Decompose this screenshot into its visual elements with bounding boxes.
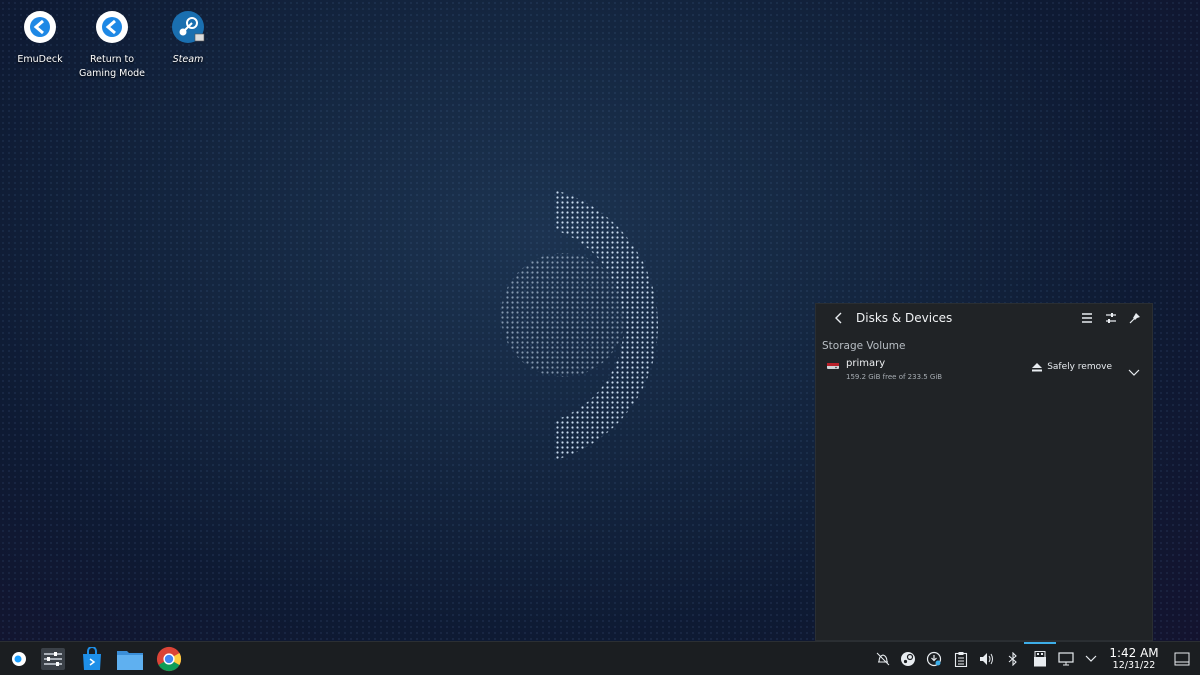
configure-button[interactable]: [1102, 309, 1120, 327]
desktop-icon-label: Steam: [172, 54, 204, 65]
chrome-icon: [156, 646, 182, 672]
chrome-launcher[interactable]: [156, 646, 182, 672]
back-button[interactable]: [830, 309, 848, 327]
digital-clock[interactable]: 1:42 AM 12/31/22: [1104, 646, 1164, 672]
hamburger-icon: [1082, 313, 1092, 323]
show-hidden-icons-button[interactable]: [1082, 650, 1100, 668]
expand-device-button[interactable]: [1128, 362, 1140, 381]
device-details: 159.2 GiB free of 233.5 GiB: [846, 373, 943, 381]
chevron-down-icon: [1128, 369, 1140, 376]
disks-devices-popup: Disks & Devices Storage Volume primary 1…: [815, 303, 1153, 641]
steam-tray[interactable]: [899, 650, 917, 668]
device-row-primary[interactable]: primary 159.2 GiB free of 233.5 GiB Safe…: [826, 358, 1152, 384]
update-tray[interactable]: [925, 650, 943, 668]
show-desktop-icon: [1174, 652, 1190, 666]
popup-title: Disks & Devices: [856, 311, 953, 325]
bluetooth-tray[interactable]: [1004, 650, 1022, 668]
discover-launcher[interactable]: [79, 646, 105, 672]
chevron-down-icon: [1085, 655, 1097, 662]
volume-tray[interactable]: [978, 650, 996, 668]
system-settings-launcher[interactable]: [40, 646, 66, 672]
show-desktop-button[interactable]: [1173, 650, 1191, 668]
dolphin-launcher[interactable]: [117, 646, 143, 672]
disks-devices-tray[interactable]: [1031, 650, 1049, 668]
display-tray[interactable]: [1057, 650, 1075, 668]
emudeck-icon: [24, 11, 56, 43]
sliders-icon: [1106, 313, 1116, 323]
active-tray-indicator: [1024, 642, 1056, 644]
clock-date: 12/31/22: [1112, 660, 1156, 671]
return-gaming-icon: [96, 11, 128, 43]
wallpaper-logo: [501, 190, 658, 460]
eject-icon: [1032, 362, 1043, 371]
bell-muted-icon: [876, 652, 890, 666]
steamdeck-logo-icon: [12, 652, 26, 666]
notifications-tray[interactable]: [874, 650, 892, 668]
steam-icon: [172, 11, 205, 43]
menu-button[interactable]: [1078, 309, 1096, 327]
device-name: primary: [846, 358, 886, 369]
drive-icon: [827, 363, 839, 369]
desktop-icon-steam[interactable]: Steam: [148, 10, 228, 67]
app-launcher-button[interactable]: [6, 646, 32, 672]
steam-icon: [901, 652, 915, 666]
clock-time: 1:42 AM: [1109, 646, 1159, 660]
usb-drive-icon: [1034, 651, 1046, 667]
desktop-icon-label: EmuDeck: [17, 54, 63, 65]
settings-sliders-icon: [41, 648, 65, 670]
monitor-icon: [1058, 652, 1074, 666]
speaker-icon: [980, 653, 993, 665]
shopping-bag-icon: [83, 647, 101, 670]
desktop-icon-emudeck[interactable]: EmuDeck: [0, 10, 80, 67]
pin-icon: [1129, 313, 1140, 324]
bluetooth-icon: [1008, 652, 1017, 666]
taskbar: 1:42 AM 12/31/22: [0, 641, 1200, 675]
section-heading: Storage Volume: [822, 340, 906, 352]
updates-icon: [926, 651, 942, 667]
clipboard-tray[interactable]: [952, 650, 970, 668]
desktop-icon-return-to-gaming-mode[interactable]: Return to Gaming Mode: [72, 10, 152, 81]
popup-header: Disks & Devices: [816, 304, 1152, 332]
safely-remove-button[interactable]: Safely remove: [1032, 362, 1112, 372]
pin-button[interactable]: [1126, 309, 1144, 327]
chevron-left-icon: [835, 312, 842, 324]
safely-remove-label: Safely remove: [1047, 362, 1112, 372]
folder-icon: [117, 651, 143, 670]
clipboard-icon: [954, 652, 968, 667]
desktop-icon-label: Return to Gaming Mode: [78, 54, 146, 79]
